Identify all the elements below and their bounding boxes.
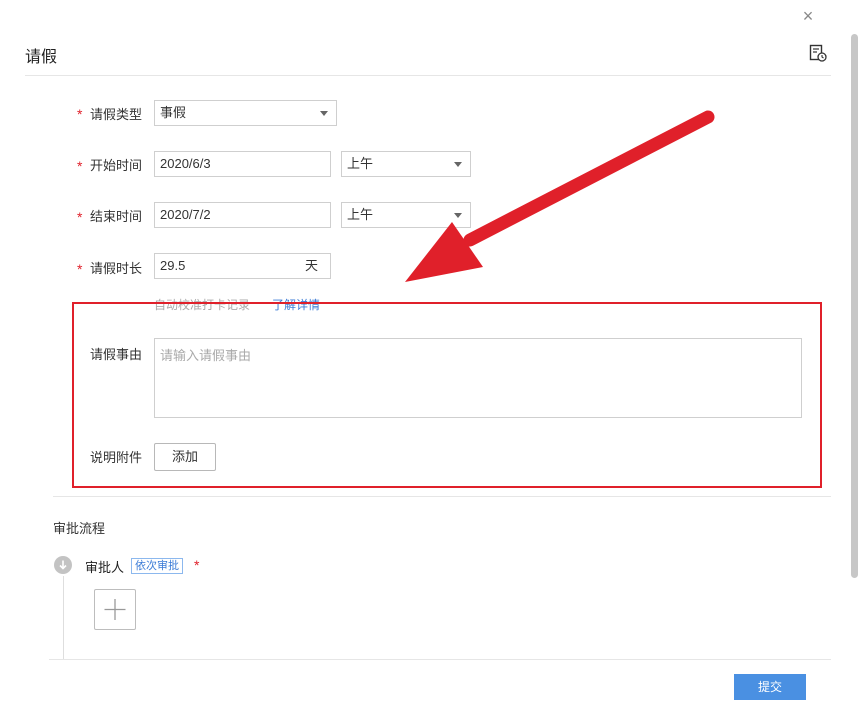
annotation-arrow [405, 110, 715, 282]
